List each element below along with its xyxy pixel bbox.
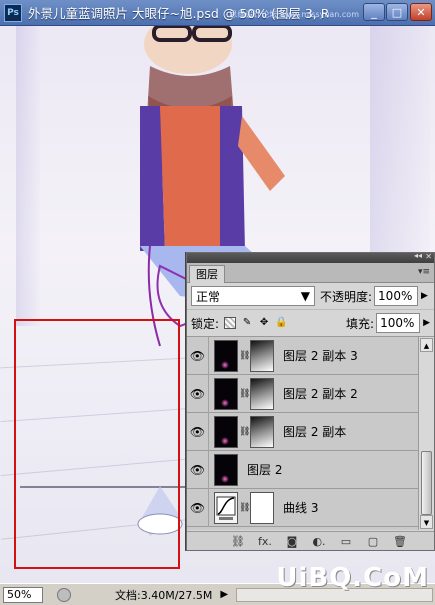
link-icon: ⛓	[239, 350, 251, 361]
layer-row[interactable]: 👁 ⛓ 图层 2 副本 3	[187, 337, 419, 375]
minimize-button[interactable]: _	[363, 3, 385, 21]
background-pillar	[16, 26, 40, 326]
eye-icon[interactable]: 👁	[187, 374, 209, 413]
chevron-down-icon: ▼	[300, 289, 310, 303]
photoshop-logo-icon: Ps	[4, 3, 22, 22]
tab-layers[interactable]: 图层	[189, 265, 225, 283]
opacity-field[interactable]: 100%	[374, 286, 419, 306]
eye-icon[interactable]: 👁	[187, 488, 209, 527]
layer-row[interactable]: 👁 ⛓ 曲线 3	[187, 488, 419, 527]
blend-mode-value: 正常	[196, 289, 221, 304]
layers-panel[interactable]: ◂◂ ✕ 图层 ▾≡ 正常 ▼ 不透明度: 100% ▶ 锁定: ✎ ✥ 🔒 填…	[186, 251, 435, 551]
document-size: 文档:3.40M/27.5M	[115, 588, 213, 602]
background-pillar	[370, 26, 430, 266]
lock-label: 锁定:	[191, 316, 220, 331]
eye-icon[interactable]: 👁	[187, 412, 209, 451]
link-icon: ⛓	[239, 388, 251, 399]
layer-mask-thumbnail[interactable]	[250, 491, 274, 524]
document-titlebar[interactable]: Ps 外景儿童蓝调照片 大眼仔~旭.psd @ 50% (图层 3, RG 思缘…	[0, 0, 435, 26]
layer-name[interactable]: 图层 2 副本 3	[283, 347, 358, 364]
layer-name[interactable]: 图层 2 副本 2	[283, 385, 358, 402]
layer-mask-thumbnail[interactable]	[250, 415, 274, 448]
opacity-label: 不透明度:	[320, 289, 373, 304]
link-layers-icon[interactable]: ⛓	[231, 535, 245, 548]
fill-label: 填充:	[346, 316, 375, 331]
panel-tab-row: 图层 ▾≡	[187, 263, 434, 283]
fx-icon[interactable]: fx.	[258, 535, 272, 548]
opacity-slider-arrow-icon[interactable]: ▶	[421, 291, 428, 301]
close-button[interactable]: ✕	[410, 3, 432, 21]
close-panel-icon[interactable]: ✕	[425, 252, 432, 261]
fill-slider-arrow-icon[interactable]: ▶	[423, 318, 430, 328]
adjustment-layer-icon[interactable]: ◐.	[312, 535, 326, 548]
zoom-level-field[interactable]: 50%	[3, 586, 43, 603]
site-watermark: UiBQ.CoM	[276, 563, 429, 593]
folder-icon[interactable]: ▭	[339, 535, 353, 548]
blend-mode-row: 正常 ▼ 不透明度: 100% ▶	[187, 283, 434, 310]
layer-row[interactable]: 👁 ⛓ 图层 2 副本	[187, 412, 419, 451]
panel-menu-icon[interactable]: ▾≡	[418, 267, 430, 277]
layer-row[interactable]: 👁 ⛓ 图层 2 副本 2	[187, 374, 419, 413]
layer-thumbnail[interactable]	[214, 415, 238, 448]
trash-icon[interactable]: 🗑	[393, 535, 407, 548]
layer-thumbnail[interactable]	[214, 377, 238, 410]
layer-name[interactable]: 曲线 3	[283, 499, 318, 516]
lock-move-icon[interactable]: ✥	[258, 317, 270, 329]
lock-transparency-icon[interactable]	[224, 317, 237, 329]
scroll-thumb[interactable]	[421, 451, 432, 515]
scroll-down-icon[interactable]: ▼	[420, 515, 433, 529]
scroll-up-icon[interactable]: ▲	[420, 338, 433, 352]
marquee-selection[interactable]	[14, 319, 180, 569]
new-layer-icon[interactable]: ▢	[366, 535, 380, 548]
status-menu-arrow-icon[interactable]: ▶	[220, 589, 228, 600]
forum-watermark: 思缘设计论坛 www.missyuan.com	[229, 10, 359, 19]
blend-mode-select[interactable]: 正常 ▼	[191, 286, 315, 306]
eye-icon[interactable]: 👁	[187, 450, 209, 489]
layer-row[interactable]: 👁 图层 2	[187, 450, 419, 489]
lock-brush-icon[interactable]: ✎	[241, 317, 253, 329]
fill-field[interactable]: 100%	[376, 313, 421, 333]
add-mask-icon[interactable]: ◙	[285, 535, 299, 548]
curves-graph-icon	[216, 496, 236, 520]
panel-header-bar[interactable]: ◂◂ ✕	[187, 251, 434, 263]
lock-all-icon[interactable]: 🔒	[275, 317, 287, 329]
curves-adjustment-icon[interactable]	[214, 491, 238, 524]
panel-footer: ⛓ fx. ◙ ◐. ▭ ▢ 🗑	[187, 531, 434, 550]
layer-thumbnail[interactable]	[214, 453, 238, 486]
collapse-icon[interactable]: ◂◂	[414, 251, 422, 260]
layer-name[interactable]: 图层 2	[247, 461, 282, 478]
maximize-button[interactable]: □	[386, 3, 408, 21]
layer-mask-thumbnail[interactable]	[250, 339, 274, 372]
layer-list[interactable]: 👁 ⛓ 图层 2 副本 3 👁 ⛓ 图层 2 副本 2 👁 ⛓ 图层 2 副本 …	[187, 337, 434, 530]
link-icon: ⛓	[239, 502, 251, 513]
layers-scrollbar[interactable]: ▲ ▼	[418, 337, 434, 530]
layer-mask-thumbnail[interactable]	[250, 377, 274, 410]
link-icon: ⛓	[239, 426, 251, 437]
status-info-icon[interactable]	[57, 587, 71, 602]
layer-name[interactable]: 图层 2 副本	[283, 423, 346, 440]
lock-row: 锁定: ✎ ✥ 🔒 填充: 100% ▶	[187, 310, 434, 337]
layer-thumbnail[interactable]	[214, 339, 238, 372]
eye-icon[interactable]: 👁	[187, 337, 209, 375]
